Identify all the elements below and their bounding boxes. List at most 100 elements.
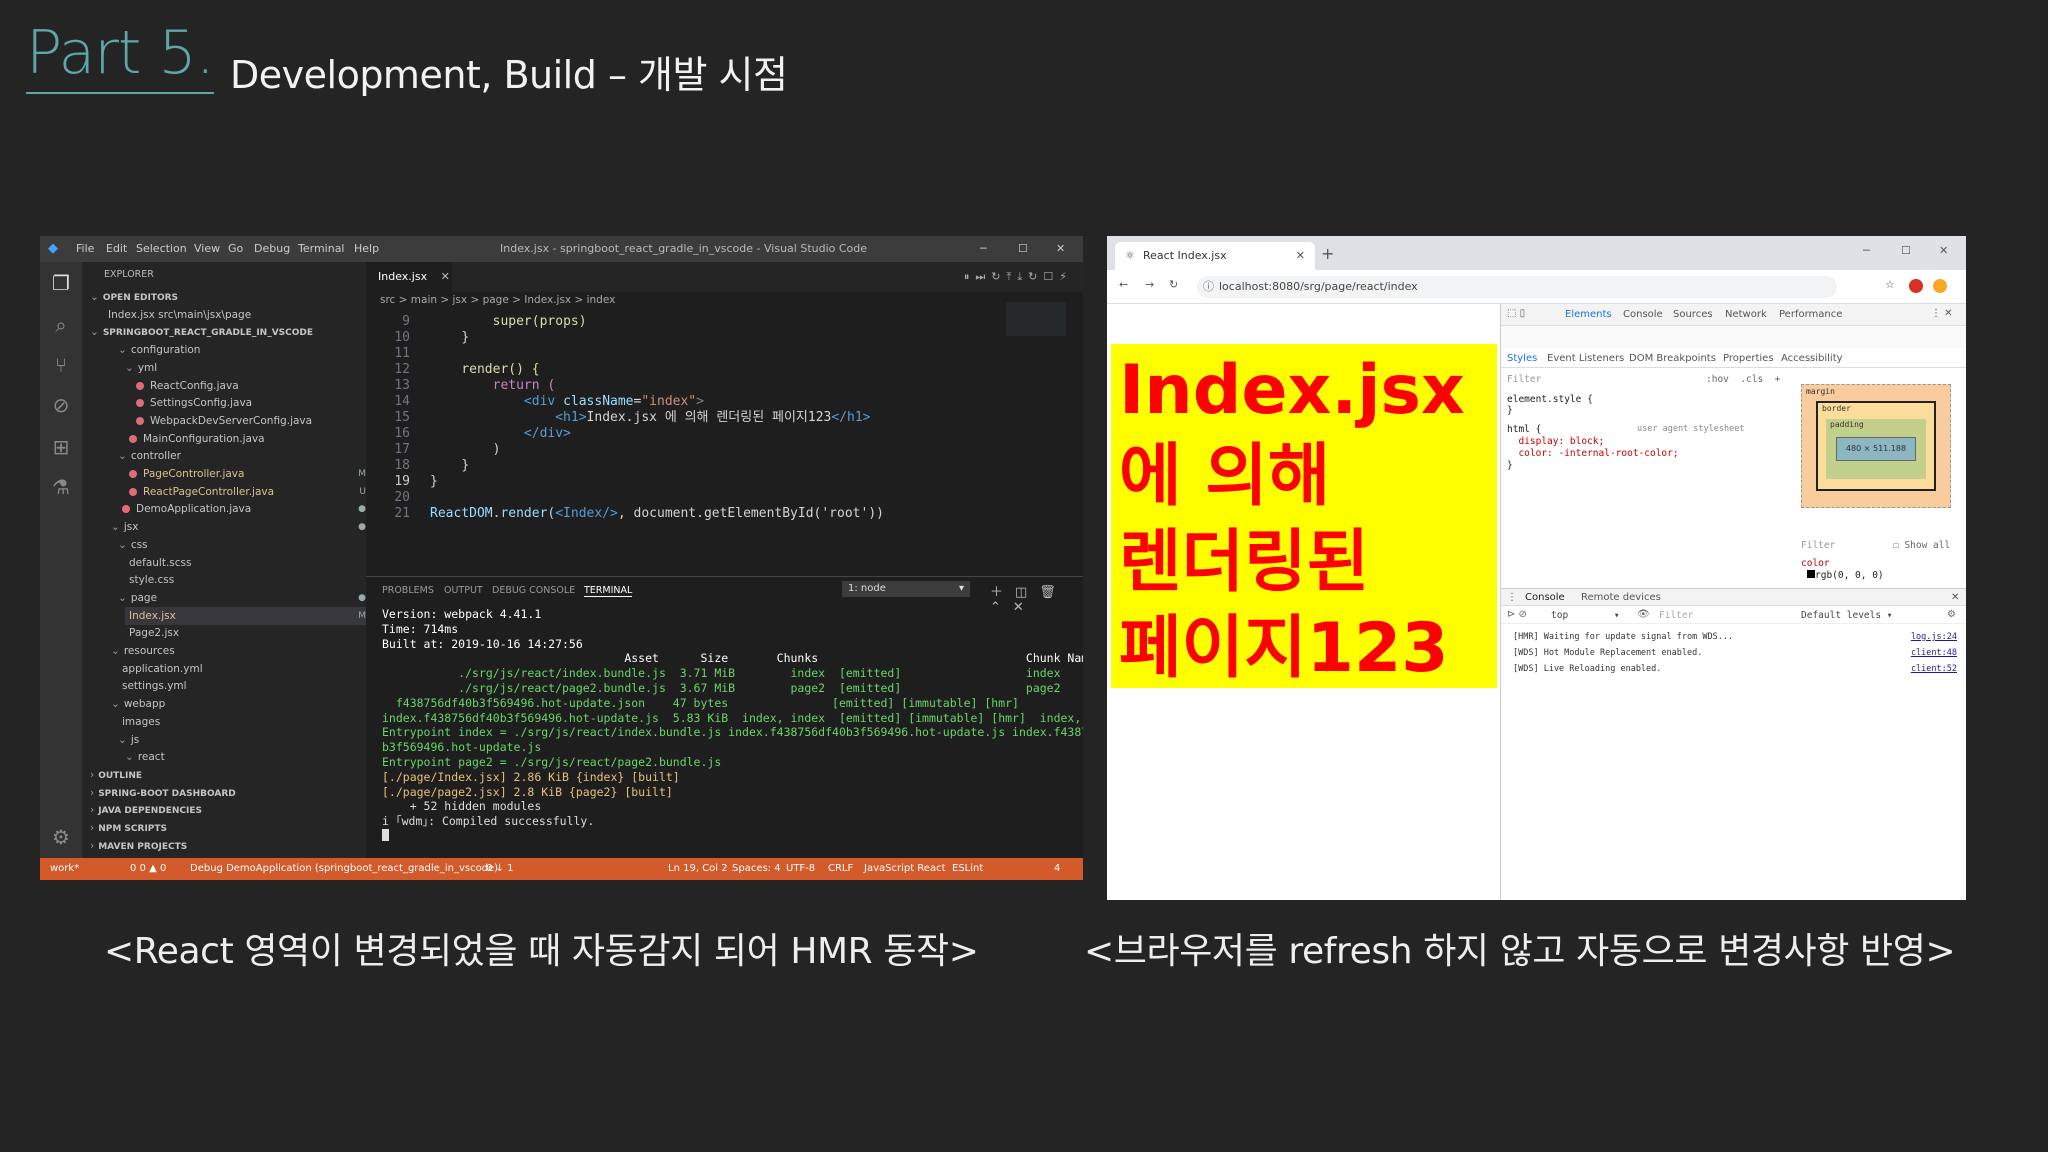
sidebar-row[interactable]: ⌄ configuration — [118, 341, 366, 359]
sidebar-row[interactable]: ⌄ jsx ● — [111, 518, 366, 536]
menu-edit[interactable]: Edit — [106, 242, 127, 255]
event-listeners-tab[interactable]: Event Listeners — [1547, 353, 1624, 364]
panel-tab-terminal[interactable]: TERMINAL — [584, 585, 633, 597]
status-errors[interactable]: 0 0 ▲ 0 — [130, 858, 166, 880]
sidebar-row[interactable]: ⌄ js — [118, 731, 366, 749]
devtools-close-icon[interactable]: ⋮ ✕ — [1931, 308, 1953, 319]
back-icon[interactable]: ← — [1119, 278, 1128, 291]
minimize-icon[interactable]: ─ — [1863, 244, 1870, 257]
sidebar-row[interactable]: › OUTLINE — [90, 766, 366, 784]
tab-index-jsx[interactable]: Index.jsx ✕ — [366, 262, 452, 292]
menu-file[interactable]: File — [76, 242, 94, 255]
console-filter-input[interactable]: Filter — [1659, 610, 1693, 621]
sidebar-row[interactable]: MainConfiguration.java — [125, 430, 366, 448]
sidebar-row[interactable]: ⌄ page ● — [118, 589, 366, 607]
hov-cls-buttons[interactable]: :hov .cls + — [1706, 374, 1780, 385]
console-settings-gear-icon[interactable]: ⚙ — [1947, 609, 1956, 620]
panel-tab-debug-console[interactable]: DEBUG CONSOLE — [492, 585, 575, 596]
sidebar-row[interactable]: › JAVA DEPENDENCIES — [90, 801, 366, 819]
devtools-tab-performance[interactable]: Performance — [1779, 309, 1842, 320]
console-levels-select[interactable]: Default levels ▾ — [1801, 610, 1893, 621]
new-tab-icon[interactable]: + — [1321, 244, 1334, 263]
terminal-actions-icon[interactable]: ＋◫🗑︎⌃✕ — [990, 581, 1083, 615]
sidebar-row[interactable]: ⌄ SPRINGBOOT_REACT_GRADLE_IN_VSCODE — [90, 323, 366, 341]
sidebar-row[interactable]: SettingsConfig.java — [132, 394, 366, 412]
menu-selection[interactable]: Selection — [136, 242, 187, 255]
close-icon[interactable]: ✕ — [1056, 242, 1065, 255]
menu-view[interactable]: View — [194, 242, 220, 255]
debug-icon[interactable]: ⊘ — [48, 392, 74, 418]
console-source-link[interactable]: client:52 — [1911, 664, 1957, 674]
menu-terminal[interactable]: Terminal — [298, 242, 345, 255]
drawer-tab-remote-devices[interactable]: Remote devices — [1581, 592, 1661, 603]
editor-actions-icon[interactable]: ⏸⏭↻⤒⤓↻☐⚡ — [964, 270, 1073, 284]
search-icon[interactable]: ⌕ — [48, 312, 74, 338]
box-model-border[interactable]: border padding 480 × 511.188 — [1816, 401, 1936, 491]
terminal-select[interactable]: 1: node ▾ — [842, 581, 970, 597]
devtools-tab-network[interactable]: Network — [1725, 309, 1767, 320]
box-model-padding[interactable]: padding 480 × 511.188 — [1826, 419, 1926, 479]
sidebar-row[interactable]: ReactPageController.java U — [125, 483, 366, 501]
close-icon[interactable]: ✕ — [1939, 244, 1948, 257]
drawer-close-icon[interactable]: ✕ — [1951, 592, 1959, 603]
status-sync[interactable]: 0 ↓ 1 — [486, 858, 513, 880]
tab-close-icon[interactable]: ✕ — [1296, 242, 1305, 270]
extension-icon[interactable] — [1909, 279, 1923, 293]
minimize-icon[interactable]: ─ — [980, 242, 987, 255]
status-branch[interactable]: work* — [50, 858, 79, 880]
address-bar[interactable]: ⓘ localhost:8080/srg/page/react/index — [1197, 276, 1837, 298]
sidebar-row[interactable]: ⌄ controller — [118, 447, 366, 465]
devtools-tab-console[interactable]: Console — [1623, 309, 1663, 320]
sidebar-row[interactable]: › SPRING-BOOT DASHBOARD — [90, 784, 366, 802]
settings-gear-icon[interactable]: ⚙ — [48, 824, 74, 850]
sidebar-row[interactable]: images — [118, 713, 366, 731]
sidebar-row[interactable]: WebpackDevServerConfig.java — [132, 412, 366, 430]
console-source-link[interactable]: client:48 — [1911, 648, 1957, 658]
explorer-icon[interactable]: ❐ — [48, 270, 74, 296]
tab-close-icon[interactable]: ✕ — [441, 270, 450, 283]
sidebar-row[interactable]: DemoApplication.java ● — [118, 500, 366, 518]
status-eol[interactable]: CRLF — [828, 858, 853, 880]
console-clear-icon[interactable]: ⊳ ⊘ — [1507, 609, 1527, 620]
sidebar-row[interactable]: application.yml — [118, 660, 366, 678]
drawer-menu-icon[interactable]: ⋮ — [1507, 592, 1517, 603]
inspect-icon[interactable]: ⬚ ▯ — [1507, 308, 1525, 319]
console-context-select[interactable]: top ▾ — [1551, 610, 1620, 621]
sidebar-row[interactable]: ⌄ yml — [125, 359, 366, 377]
sidebar-row[interactable]: ReactConfig.java — [132, 377, 366, 395]
browser-tab[interactable]: ⚛ React Index.jsx ✕ — [1115, 242, 1315, 270]
sidebar-row[interactable]: default.scss — [125, 554, 366, 572]
source-control-icon[interactable]: ⑂ — [48, 352, 74, 378]
menu-help[interactable]: Help — [354, 242, 379, 255]
status-encoding[interactable]: UTF-8 — [786, 858, 815, 880]
dom-tree-strip[interactable] — [1501, 326, 1966, 348]
computed-prop[interactable]: color — [1801, 558, 1830, 569]
sidebar-row[interactable]: style.css — [125, 571, 366, 589]
maximize-icon[interactable]: ☐ — [1901, 244, 1911, 257]
panel-tab-problems[interactable]: PROBLEMS — [382, 585, 434, 596]
sidebar-row[interactable]: › NPM SCRIPTS — [90, 819, 366, 837]
sidebar-row[interactable]: Index.jsx M — [125, 606, 366, 625]
sidebar-row[interactable]: ⌄ OPEN EDITORS — [90, 288, 366, 306]
forward-icon[interactable]: → — [1145, 278, 1154, 291]
menu-debug[interactable]: Debug — [254, 242, 290, 255]
sidebar-row[interactable]: PageController.java M — [125, 465, 366, 483]
dom-breakpoints-tab[interactable]: DOM Breakpoints — [1629, 353, 1716, 364]
color-swatch[interactable] — [1807, 570, 1815, 578]
status-language[interactable]: JavaScript React — [864, 858, 946, 880]
sidebar-row[interactable]: ⌄ react — [125, 748, 366, 766]
status-debug[interactable]: Debug DemoApplication (springboot_react_… — [190, 858, 498, 880]
properties-tab[interactable]: Properties — [1723, 353, 1774, 364]
sidebar-row[interactable]: Page2.jsx — [125, 624, 366, 642]
minimap[interactable] — [1006, 302, 1066, 336]
accessibility-tab[interactable]: Accessibility — [1781, 353, 1843, 364]
styles-filter-input[interactable]: Filter — [1507, 374, 1541, 385]
reload-icon[interactable]: ↻ — [1169, 278, 1178, 291]
console-source-link[interactable]: log.js:24 — [1911, 632, 1957, 642]
sidebar-row[interactable]: Index.jsx src\main\jsx\page — [104, 306, 366, 324]
menu-go[interactable]: Go — [228, 242, 243, 255]
sidebar-row[interactable]: ⌄ webapp — [111, 695, 366, 713]
box-model-content[interactable]: 480 × 511.188 — [1836, 437, 1916, 461]
status-spaces[interactable]: Spaces: 4 — [732, 858, 781, 880]
sidebar-row[interactable]: ⌄ css — [118, 536, 366, 554]
